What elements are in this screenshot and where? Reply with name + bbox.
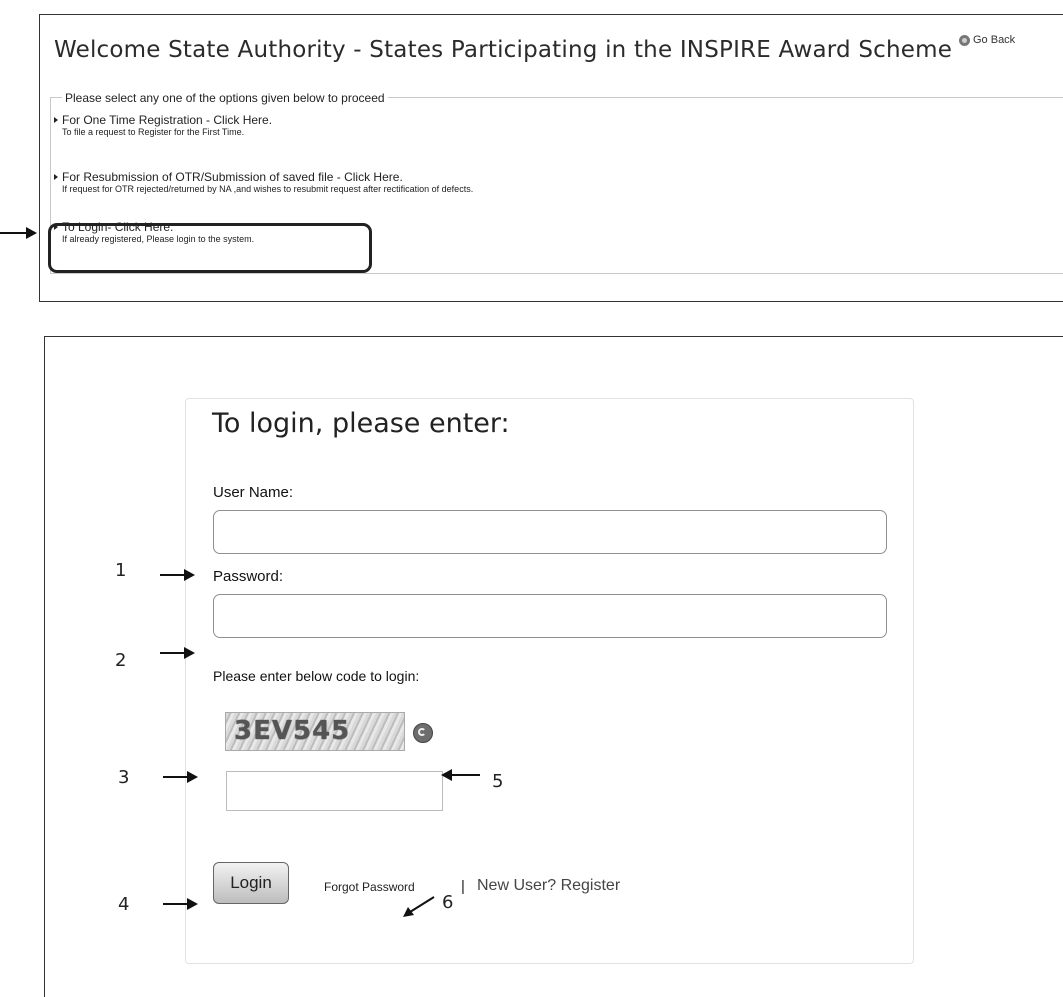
captcha-code: 3EV545 (234, 716, 351, 746)
username-input[interactable] (213, 510, 887, 554)
page-title: Welcome State Authority - States Partici… (54, 37, 953, 63)
annotation-number: 1 (115, 560, 127, 581)
annotation-number: 3 (118, 767, 130, 788)
arrow-right-icon (163, 898, 198, 910)
captcha-prompt: Please enter below code to login: (213, 668, 420, 684)
forgot-password-link[interactable]: Forgot Password (324, 880, 415, 894)
arrow-diagonal-icon (403, 896, 435, 917)
username-label: User Name: (213, 484, 294, 501)
option-resubmission-sub: If request for OTR rejected/returned by … (62, 184, 474, 194)
go-back-label: Go Back (973, 34, 1016, 46)
new-user-register-link[interactable]: New User? Register (477, 877, 620, 895)
pointer-arrow-icon (0, 227, 37, 239)
annotation-number: 5 (492, 771, 504, 792)
annotation-number: 4 (118, 894, 130, 915)
option-otr[interactable]: For One Time Registration - Click Here. … (54, 113, 272, 137)
arrow-left-icon (441, 769, 480, 781)
refresh-icon[interactable] (413, 723, 433, 743)
captcha-image: 3EV545 (225, 712, 405, 751)
login-option-highlight (48, 223, 372, 273)
login-button[interactable]: Login (213, 862, 289, 904)
option-resubmission-title[interactable]: For Resubmission of OTR/Submission of sa… (62, 170, 403, 184)
chevron-right-icon (54, 117, 58, 123)
arrow-right-icon (163, 771, 198, 783)
password-label: Password: (213, 568, 284, 585)
login-heading: To login, please enter: (212, 408, 510, 439)
go-back-link[interactable]: Go Back (959, 34, 1015, 46)
option-otr-title[interactable]: For One Time Registration - Click Here. (62, 113, 272, 127)
option-otr-sub: To file a request to Register for the Fi… (62, 127, 245, 137)
arrow-right-icon (160, 647, 195, 659)
annotation-number: 2 (115, 650, 127, 671)
link-separator: | (461, 878, 465, 895)
circle-arrow-icon (959, 34, 970, 46)
captcha-input[interactable] (226, 771, 443, 811)
options-legend: Please select any one of the options giv… (62, 91, 388, 105)
welcome-panel: Welcome State Authority - States Partici… (39, 14, 1063, 302)
password-input[interactable] (213, 594, 887, 638)
chevron-right-icon (54, 174, 58, 180)
annotation-number: 6 (442, 892, 454, 913)
arrow-right-icon (160, 569, 195, 581)
option-resubmission[interactable]: For Resubmission of OTR/Submission of sa… (54, 170, 473, 194)
